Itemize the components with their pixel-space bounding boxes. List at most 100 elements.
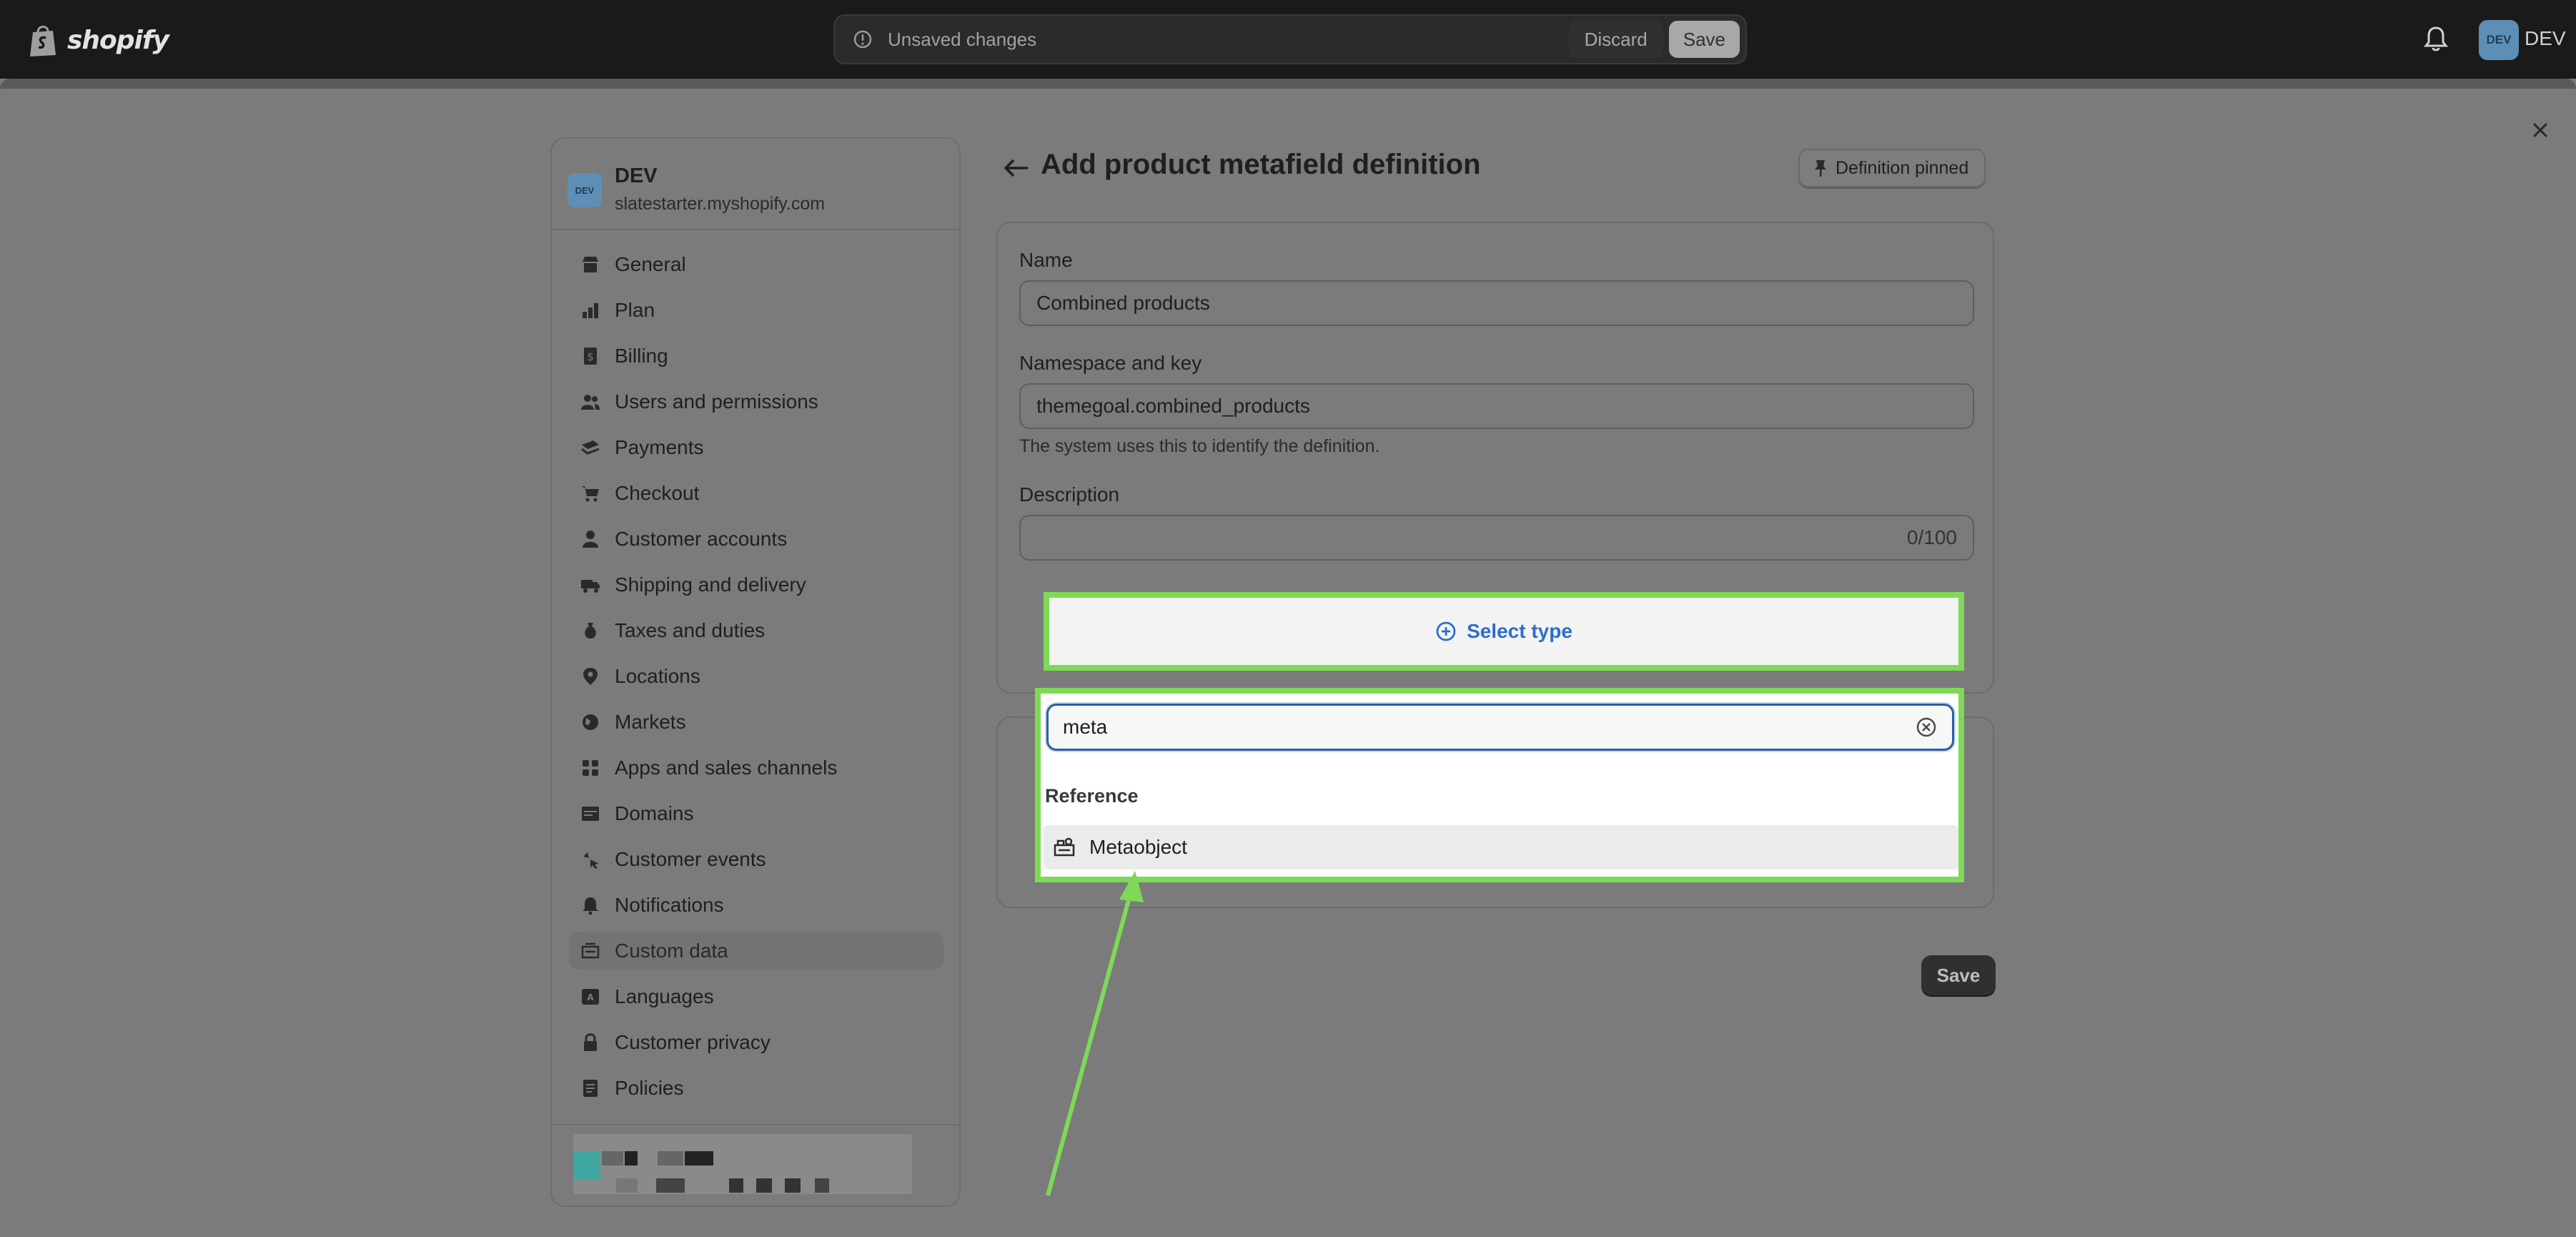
metaobject-icon xyxy=(1054,837,1075,857)
sidebar-item-custom-data[interactable]: Custom data xyxy=(569,932,943,970)
sidebar-item-billing[interactable]: $ Billing xyxy=(569,337,943,375)
sidebar-item-customer-accounts[interactable]: Customer accounts xyxy=(569,521,943,558)
sidebar-item-notifications[interactable]: Notifications xyxy=(569,887,943,924)
pin-icon xyxy=(1815,160,1826,177)
page-title: Add product metafield definition xyxy=(1041,149,1481,180)
definition-pinned-button[interactable]: Definition pinned xyxy=(1798,149,1986,187)
pinned-label: Definition pinned xyxy=(1836,157,1969,178)
store-header[interactable]: DEV DEV slatestarter.myshopify.com xyxy=(568,163,825,215)
sidebar-item-label: Domains xyxy=(615,802,694,824)
alert-circle-icon xyxy=(853,30,872,49)
sidebar-item-label: Custom data xyxy=(615,940,728,962)
shopify-bag-icon xyxy=(30,25,56,56)
sidebar-item-general[interactable]: General xyxy=(569,246,943,283)
users-icon xyxy=(581,395,600,410)
sidebar-item-locations[interactable]: Locations xyxy=(569,658,943,695)
sidebar-item-label: Checkout xyxy=(615,482,700,504)
sidebar-item-label: Customer events xyxy=(615,848,766,870)
sidebar-item-label: Taxes and duties xyxy=(615,619,766,641)
sidebar-item-label: Customer accounts xyxy=(615,528,788,550)
sidebar-item-label: Apps and sales channels xyxy=(615,757,838,779)
namespace-label: Namespace and key xyxy=(1019,352,1202,374)
modal-backdrop-edge xyxy=(0,79,2576,89)
select-type-button[interactable]: Select type xyxy=(1044,592,1964,671)
sidebar-item-shipping[interactable]: Shipping and delivery xyxy=(569,566,943,603)
sidebar-item-label: Languages xyxy=(615,985,714,1007)
sidebar-item-apps[interactable]: Apps and sales channels xyxy=(569,749,943,787)
policy-icon xyxy=(583,1080,598,1097)
billing-icon: $ xyxy=(584,348,597,365)
location-icon xyxy=(583,668,598,685)
save-button[interactable]: Save xyxy=(1921,955,1996,995)
custom-data-icon xyxy=(581,942,600,959)
bell-icon xyxy=(583,897,598,915)
close-button[interactable] xyxy=(2523,113,2557,147)
sidebar-item-markets[interactable]: Markets xyxy=(569,704,943,741)
namespace-key-field[interactable]: themegoal.combined_products xyxy=(1019,383,1974,429)
sidebar-item-label: Markets xyxy=(615,711,686,733)
sidebar-item-payments[interactable]: Payments xyxy=(569,429,943,466)
store-label-top[interactable]: DEV xyxy=(2525,27,2566,50)
svg-text:A: A xyxy=(587,992,594,1002)
name-value: Combined products xyxy=(1036,292,1210,314)
select-type-label: Select type xyxy=(1467,620,1572,642)
sidebar-item-label: Notifications xyxy=(615,894,724,916)
sidebar-item-customer-privacy[interactable]: Customer privacy xyxy=(569,1024,943,1061)
tax-icon xyxy=(585,623,596,639)
domain-icon xyxy=(582,807,599,821)
apps-icon xyxy=(583,760,598,776)
description-label: Description xyxy=(1019,483,1120,506)
sidebar-item-policies[interactable]: Policies xyxy=(569,1070,943,1107)
notification-bell-icon[interactable] xyxy=(2423,24,2449,53)
namespace-help-text: The system uses this to identify the def… xyxy=(1019,436,1380,456)
name-field[interactable]: Combined products xyxy=(1019,280,1974,326)
sidebar-item-label: Locations xyxy=(615,665,700,687)
cart-icon xyxy=(582,486,599,502)
logo-text: shopify xyxy=(67,25,169,55)
sidebar-item-users[interactable]: Users and permissions xyxy=(569,383,943,420)
unsaved-changes-bar: Unsaved changes Discard Save xyxy=(833,14,1747,64)
sidebar-item-label: Billing xyxy=(615,345,668,367)
lock-icon xyxy=(584,1033,597,1051)
settings-nav: General Plan $ Billing Users and permiss… xyxy=(569,246,943,1115)
option-metaobject[interactable]: Metaobject xyxy=(1044,825,1958,869)
globe-icon xyxy=(583,714,598,730)
description-field[interactable]: 0/100 xyxy=(1019,515,1974,561)
person-icon xyxy=(583,531,598,548)
option-label: Metaobject xyxy=(1089,836,1187,858)
clear-search-icon[interactable] xyxy=(1915,716,1938,739)
store-avatar-top[interactable]: DEV xyxy=(2479,20,2519,60)
sidebar-item-domains[interactable]: Domains xyxy=(569,795,943,832)
sidebar-item-label: Users and permissions xyxy=(615,390,818,413)
name-label: Name xyxy=(1019,249,1073,271)
type-search-input[interactable]: meta xyxy=(1046,704,1954,751)
language-icon: A xyxy=(582,989,599,1005)
type-dropdown: meta Reference Metaobject xyxy=(1035,688,1964,882)
discard-button[interactable]: Discard xyxy=(1568,21,1663,58)
payments-icon xyxy=(581,440,600,455)
store-icon xyxy=(583,257,598,272)
store-domain: slatestarter.myshopify.com xyxy=(615,194,826,214)
sidebar-item-label: Payments xyxy=(615,436,704,458)
namespace-value: themegoal.combined_products xyxy=(1036,395,1310,417)
sidebar-item-languages[interactable]: A Languages xyxy=(569,978,943,1015)
back-arrow-icon[interactable] xyxy=(1002,156,1031,180)
save-button-top[interactable]: Save xyxy=(1668,21,1740,58)
sidebar-item-label: Customer privacy xyxy=(615,1031,771,1053)
blurred-account-info xyxy=(573,1134,912,1194)
sidebar-item-checkout[interactable]: Checkout xyxy=(569,475,943,512)
shopify-logo[interactable]: shopify xyxy=(27,20,169,60)
events-icon xyxy=(583,852,599,869)
sidebar-divider xyxy=(552,1124,959,1125)
plan-icon xyxy=(583,303,598,318)
unsaved-changes-text: Unsaved changes xyxy=(888,28,1037,50)
sidebar-item-label: General xyxy=(615,253,686,275)
sidebar-item-taxes[interactable]: Taxes and duties xyxy=(569,612,943,649)
sidebar-item-plan[interactable]: Plan xyxy=(569,292,943,329)
close-icon xyxy=(2532,122,2548,138)
store-avatar: DEV xyxy=(568,173,602,207)
search-value: meta xyxy=(1063,716,1108,738)
settings-sidebar: DEV DEV slatestarter.myshopify.com Gener… xyxy=(550,137,961,1207)
sidebar-divider xyxy=(552,229,959,230)
sidebar-item-customer-events[interactable]: Customer events xyxy=(569,841,943,878)
